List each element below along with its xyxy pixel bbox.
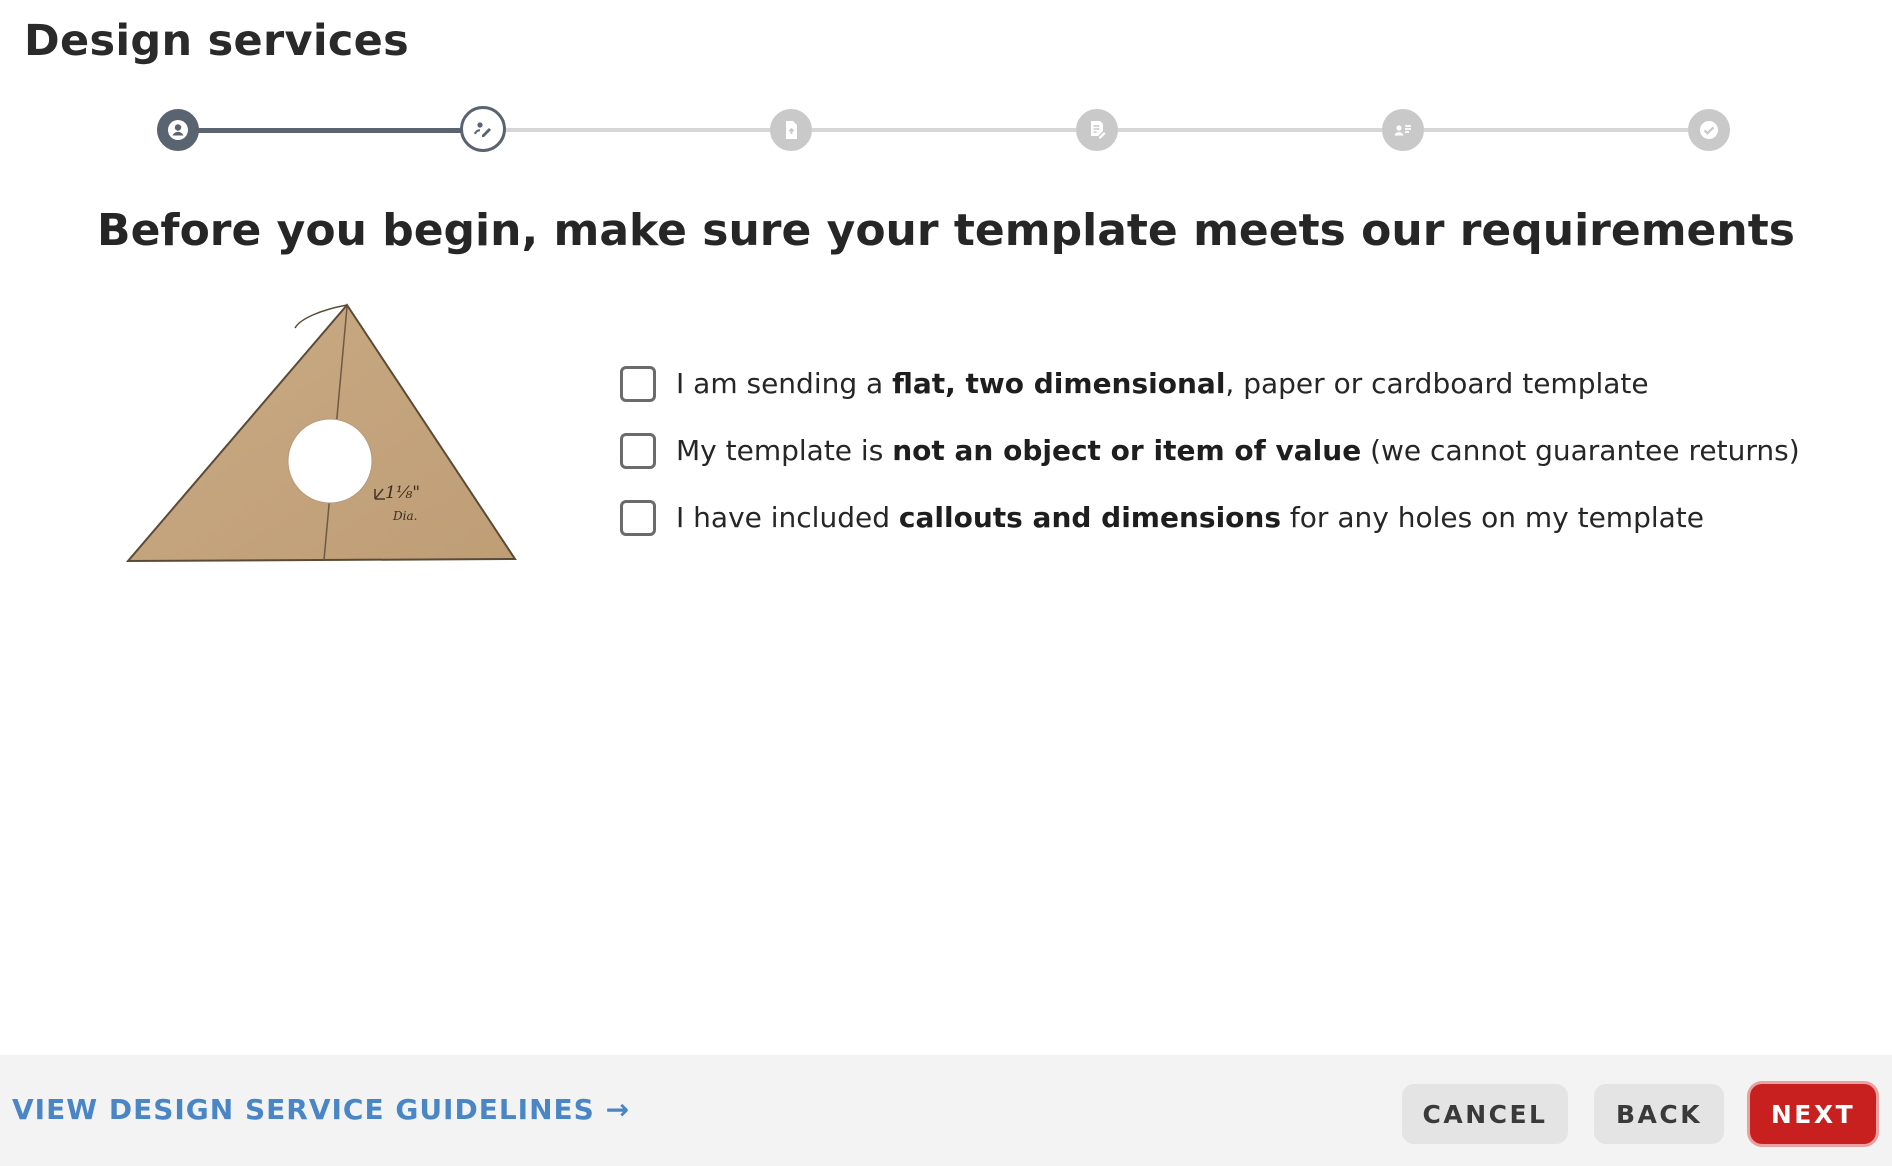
checkmark-icon (1700, 121, 1718, 139)
back-button[interactable]: BACK (1594, 1084, 1724, 1144)
progress-stepper (0, 0, 1892, 170)
checkbox-flat-template[interactable] (620, 365, 656, 402)
contact-card-icon (1394, 125, 1411, 136)
step-4-details[interactable] (1076, 109, 1118, 151)
requirement-not-valuable-label: My template is not an object or item of … (676, 434, 1800, 467)
document-edit-icon (1091, 121, 1106, 139)
cancel-button[interactable]: CANCEL (1402, 1084, 1568, 1144)
step-3-upload[interactable] (770, 109, 812, 151)
requirement-flat-template[interactable]: I am sending a flat, two dimensional, pa… (620, 350, 1800, 417)
stepper-line (1424, 128, 1688, 132)
checkbox-callouts[interactable] (620, 499, 656, 536)
requirement-not-valuable[interactable]: My template is not an object or item of … (620, 417, 1800, 484)
design-services-dialog: Design services Before you begin, make s… (0, 0, 1892, 1166)
requirement-callouts[interactable]: I have included callouts and dimensions … (620, 484, 1800, 551)
dialog-footer: VIEW DESIGN SERVICE GUIDELINES → CANCEL … (0, 1055, 1892, 1166)
requirements-heading: Before you begin, make sure your templat… (97, 205, 1795, 256)
file-upload-icon (786, 121, 797, 139)
template-annotation-dia: Dia. (392, 509, 417, 523)
requirement-flat-template-label: I am sending a flat, two dimensional, pa… (676, 367, 1649, 400)
stepper-line-complete (198, 128, 462, 133)
next-button[interactable]: NEXT (1750, 1084, 1876, 1144)
step-6-confirm[interactable] (1688, 109, 1730, 151)
user-icon (168, 120, 188, 140)
template-annotation-size: 1⅛" (385, 483, 420, 503)
requirement-callouts-label: I have included callouts and dimensions … (676, 501, 1704, 534)
stepper-line (1118, 128, 1382, 132)
stepper-line (812, 128, 1076, 132)
template-example-image: 1⅛" Dia. (125, 303, 517, 563)
step-5-contact[interactable] (1382, 109, 1424, 151)
stepper-line (506, 128, 770, 132)
checkbox-not-valuable[interactable] (620, 432, 656, 469)
design-pen-icon (474, 122, 491, 137)
requirements-checklist: I am sending a flat, two dimensional, pa… (620, 350, 1800, 551)
step-2-requirements[interactable] (460, 106, 506, 152)
view-guidelines-link[interactable]: VIEW DESIGN SERVICE GUIDELINES → (12, 1093, 630, 1126)
step-1-account[interactable] (157, 109, 199, 151)
